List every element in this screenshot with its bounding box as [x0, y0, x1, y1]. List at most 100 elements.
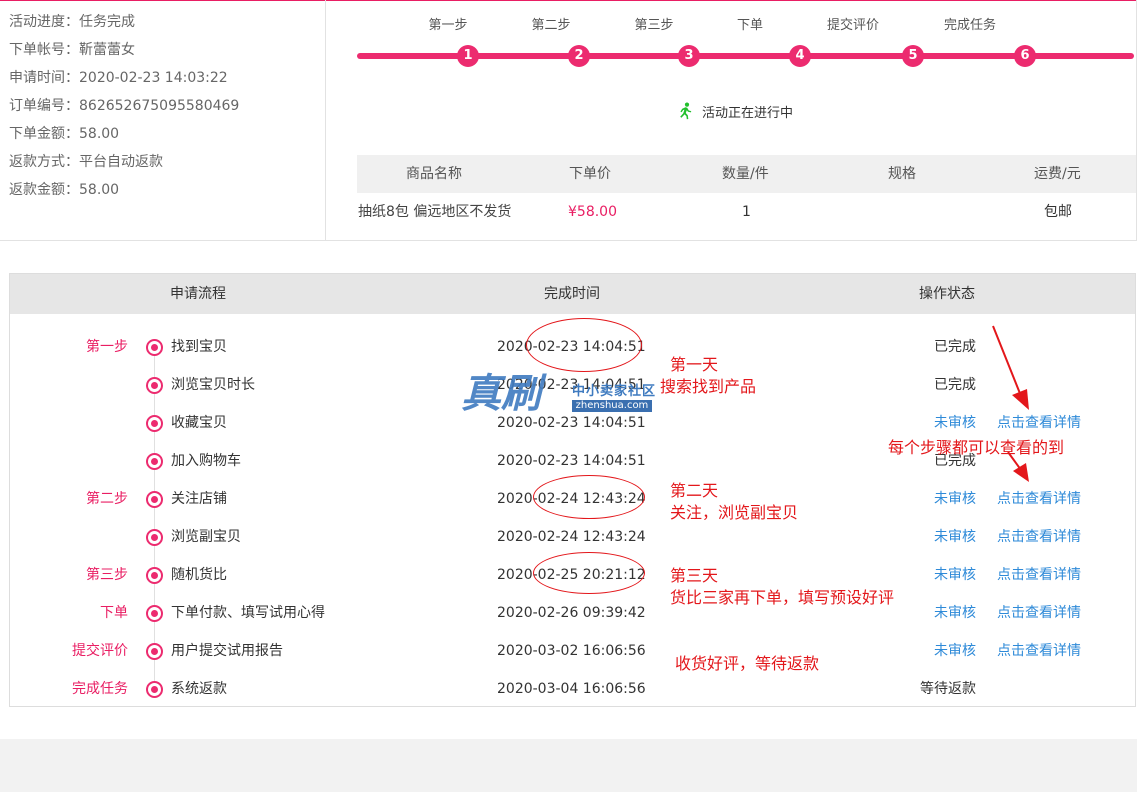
order-info-panel: 活动进度：任务完成 下单帐号：靳蕾蕾女 申请时间：2020-02-23 14:0…	[9, 8, 239, 204]
section-divider	[0, 240, 1137, 241]
annotation-day1-desc: 搜索找到产品	[660, 377, 757, 396]
flow-status: 未审核	[934, 491, 976, 507]
step-label-1: 第一步	[428, 18, 468, 33]
flow-status: 已完成	[934, 339, 976, 355]
col-shipping: 运费/元	[1034, 166, 1081, 182]
timeline-dot-icon	[146, 681, 163, 698]
activity-status-text: 活动正在进行中	[702, 106, 794, 121]
info-row-apply-time: 申请时间：2020-02-23 14:03:22	[9, 70, 228, 86]
annotation-detail-note: 每个步骤都可以查看的到	[888, 438, 1065, 457]
product-table: 商品名称 下单价 数量/件 规格 运费/元 抽纸8包 偏远地区不发货 ¥58.0…	[357, 155, 1136, 231]
flow-status: 未审核	[934, 605, 976, 621]
watermark-subtitle: 中小卖家社区	[572, 384, 657, 399]
flow-status: 未审核	[934, 529, 976, 545]
info-row-order-no: 订单编号：862652675095580469	[9, 98, 240, 114]
col-qty: 数量/件	[722, 166, 769, 182]
refund-amount-value: 58.00	[79, 182, 120, 198]
progress-value: 任务完成	[79, 14, 135, 30]
product-name: 抽纸8包 偏远地区不发货	[358, 204, 512, 220]
view-details-link[interactable]: 点击查看详情	[997, 480, 1081, 518]
annotation-circle-day2	[533, 475, 645, 519]
flow-step-name: 用户提交试用报告	[171, 643, 283, 659]
step-circle-4: 4	[789, 45, 811, 67]
info-row-refund-amount: 返款金额：58.00	[9, 182, 120, 198]
flow-status: 等待返款	[920, 681, 976, 697]
flow-stage-label: 第一步	[86, 339, 128, 355]
order-no-value: 862652675095580469	[79, 98, 240, 114]
flow-step-name: 浏览副宝贝	[171, 529, 241, 545]
col-complete-time: 完成时间	[544, 286, 600, 302]
timeline-dot-icon	[146, 491, 163, 508]
info-row-amount: 下单金额：58.00	[9, 126, 120, 142]
view-details-link[interactable]: 点击查看详情	[997, 556, 1081, 594]
flow-status: 已完成	[934, 377, 976, 393]
col-product-name: 商品名称	[406, 166, 462, 182]
activity-status: 活动正在进行中	[676, 102, 793, 121]
timeline-dot-icon	[146, 377, 163, 394]
annotation-day2-desc: 关注，浏览副宝贝	[670, 503, 799, 522]
info-row-progress: 活动进度：任务完成	[9, 14, 135, 30]
step-circle-3: 3	[678, 45, 700, 67]
step-label-3: 第三步	[634, 18, 674, 33]
flow-status: 未审核	[934, 567, 976, 583]
flow-table-header: 申请流程 完成时间 操作状态	[10, 274, 1135, 314]
flow-step-name: 关注店铺	[171, 491, 227, 507]
timeline-dot-icon	[146, 339, 163, 356]
col-process: 申请流程	[170, 286, 226, 302]
watermark-logo: 真刷	[461, 370, 541, 417]
timeline-dot-icon	[146, 453, 163, 470]
flow-complete-time: 2020-02-23 14:04:51	[497, 453, 646, 469]
annotation-circle-day1	[526, 318, 642, 372]
step-label-5: 提交评价	[826, 18, 880, 33]
flow-row: 提交评价 用户提交试用报告 2020-03-02 16:06:56 未审核 点击查看详情	[10, 632, 1135, 670]
product-price: ¥58.00	[568, 204, 617, 220]
col-price: 下单价	[569, 166, 611, 182]
flow-row: 下单 下单付款、填写试用心得 2020-02-26 09:39:42 未审核 点击查看详…	[10, 594, 1135, 632]
annotation-day3-title: 第三天	[670, 566, 719, 585]
flow-stage-label: 下单	[100, 605, 128, 621]
running-person-icon	[680, 102, 692, 120]
flow-complete-time: 2020-02-24 12:43:24	[497, 529, 646, 545]
step-label-4: 下单	[736, 18, 764, 33]
flow-stage-label: 第三步	[86, 567, 128, 583]
flow-step-name: 收藏宝贝	[171, 415, 227, 431]
flow-step-name: 加入购物车	[171, 453, 241, 469]
product-qty: 1	[742, 204, 751, 220]
info-row-account: 下单帐号：靳蕾蕾女	[9, 42, 135, 58]
page-footer-bg	[0, 739, 1137, 792]
timeline-dot-icon	[146, 643, 163, 660]
flow-stage-label: 提交评价	[72, 643, 128, 659]
view-details-link[interactable]: 点击查看详情	[997, 518, 1081, 556]
flow-step-name: 浏览宝贝时长	[171, 377, 255, 393]
flow-status: 未审核	[934, 643, 976, 659]
timeline-dot-icon	[146, 567, 163, 584]
flow-step-name: 下单付款、填写试用心得	[171, 605, 325, 621]
step-circle-1: 1	[457, 45, 479, 67]
annotation-day3-desc: 货比三家再下单，填写预设好评	[670, 588, 895, 607]
step-circle-2: 2	[568, 45, 590, 67]
flow-complete-time: 2020-03-04 16:06:56	[497, 681, 646, 697]
step-label-6: 完成任务	[943, 18, 997, 33]
watermark-site: zhenshua.com	[572, 400, 652, 412]
timeline-dot-icon	[146, 415, 163, 432]
flow-step-name: 找到宝贝	[171, 339, 227, 355]
flow-complete-time: 2020-03-02 16:06:56	[497, 643, 646, 659]
annotation-day2-title: 第二天	[670, 481, 719, 500]
annotation-day1-title: 第一天	[670, 355, 719, 374]
col-operation-status: 操作状态	[919, 286, 975, 302]
annotation-circle-day3	[533, 552, 645, 594]
amount-value: 58.00	[79, 126, 120, 142]
product-row: 抽纸8包 偏远地区不发货 ¥58.00 1 包邮	[357, 193, 1136, 231]
product-table-header: 商品名称 下单价 数量/件 规格 运费/元	[357, 155, 1136, 193]
timeline-dot-icon	[146, 529, 163, 546]
step-circle-5: 5	[902, 45, 924, 67]
flow-row: 完成任务 系统返款 2020-03-04 16:06:56 等待返款	[10, 670, 1135, 708]
refund-method-value: 平台自动返款	[79, 154, 163, 170]
view-details-link[interactable]: 点击查看详情	[997, 594, 1081, 632]
flow-row: 浏览副宝贝 2020-02-24 12:43:24 未审核 点击查看详情	[10, 518, 1135, 556]
flow-stage-label: 完成任务	[72, 681, 128, 697]
annotation-review-note: 收货好评，等待返款	[675, 654, 820, 673]
flow-step-name: 随机货比	[171, 567, 227, 583]
view-details-link[interactable]: 点击查看详情	[997, 632, 1081, 670]
flow-step-name: 系统返款	[171, 681, 227, 697]
